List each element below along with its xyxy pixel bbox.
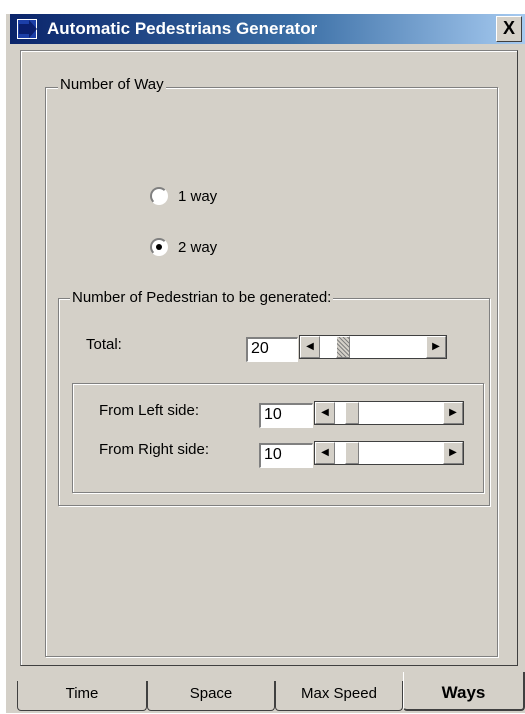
scroll-left-icon[interactable]: ◀ bbox=[315, 442, 335, 464]
tab-ways[interactable]: Ways bbox=[403, 672, 525, 711]
scroll-thumb[interactable] bbox=[345, 402, 359, 424]
left-side-label: From Left side: bbox=[99, 402, 200, 419]
scroll-thumb[interactable] bbox=[345, 442, 359, 464]
total-value-field[interactable]: 20 bbox=[246, 337, 298, 362]
sides-frame bbox=[72, 383, 484, 493]
radio-button-1-way[interactable] bbox=[150, 187, 168, 205]
scroll-right-icon[interactable]: ▶ bbox=[426, 336, 446, 358]
app-icon bbox=[17, 19, 37, 39]
scroll-left-icon[interactable]: ◀ bbox=[300, 336, 320, 358]
close-icon: X bbox=[502, 18, 515, 38]
radio-label-2-way: 2 way bbox=[178, 238, 218, 256]
right-side-label: From Right side: bbox=[99, 441, 210, 458]
scroll-right-icon[interactable]: ▶ bbox=[443, 442, 463, 464]
scroll-right-icon[interactable]: ▶ bbox=[443, 402, 463, 424]
close-button[interactable]: X bbox=[496, 16, 522, 42]
radio-2-way[interactable]: 2 way bbox=[150, 238, 217, 256]
total-label: Total: bbox=[86, 336, 122, 353]
left-side-value-field[interactable]: 10 bbox=[259, 403, 313, 428]
tab-time[interactable]: Time bbox=[17, 681, 147, 711]
radio-1-way[interactable]: 1 way bbox=[150, 187, 217, 205]
title-bar[interactable]: Automatic Pedestrians Generator bbox=[10, 14, 525, 44]
right-side-value-field[interactable]: 10 bbox=[259, 443, 313, 468]
pedestrians-legend: Number of Pedestrian to be generated: bbox=[70, 289, 334, 306]
scroll-thumb[interactable] bbox=[336, 336, 350, 358]
tab-space[interactable]: Space bbox=[147, 681, 275, 711]
radio-selected-dot bbox=[156, 244, 162, 250]
number-of-way-legend: Number of Way bbox=[58, 76, 166, 93]
scroll-left-icon[interactable]: ◀ bbox=[315, 402, 335, 424]
radio-button-2-way[interactable] bbox=[150, 238, 168, 256]
total-scrollbar[interactable]: ◀ ▶ bbox=[299, 335, 447, 359]
right-side-scrollbar[interactable]: ◀ ▶ bbox=[314, 441, 464, 465]
radio-label-1-way: 1 way bbox=[178, 187, 218, 205]
window-title: Automatic Pedestrians Generator bbox=[47, 19, 318, 38]
left-side-scrollbar[interactable]: ◀ ▶ bbox=[314, 401, 464, 425]
tab-max-speed[interactable]: Max Speed bbox=[275, 681, 403, 711]
